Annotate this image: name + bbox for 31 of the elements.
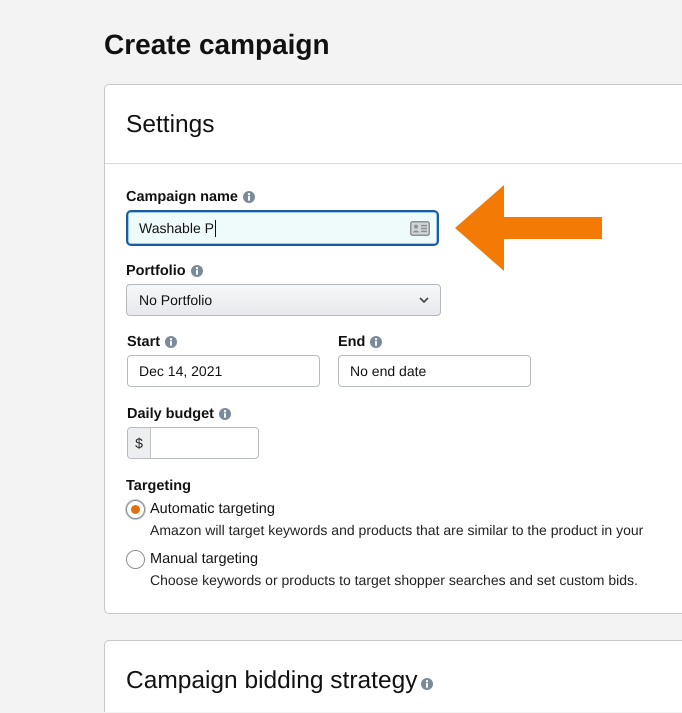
info-icon[interactable] <box>219 408 232 420</box>
start-date-field[interactable]: Dec 14, 2021 <box>127 355 320 387</box>
radio-button[interactable] <box>126 500 145 518</box>
info-icon[interactable] <box>190 265 203 277</box>
info-icon[interactable] <box>243 191 255 203</box>
field-label: End <box>338 334 366 350</box>
arrow-icon <box>455 185 603 271</box>
field-label: Targeting <box>126 477 191 495</box>
daily-budget-field[interactable]: $ <box>127 427 259 459</box>
info-icon[interactable] <box>370 336 382 348</box>
contact-card-icon[interactable] <box>410 220 430 236</box>
radio-label[interactable]: Automatic targeting <box>150 501 275 517</box>
radio-label[interactable]: Manual targeting <box>150 551 258 567</box>
info-icon[interactable] <box>421 678 434 690</box>
radio-button[interactable] <box>126 550 145 568</box>
card-heading: Campaign bidding strategy <box>126 666 418 696</box>
field-label: Daily budget <box>127 406 214 422</box>
chevron-down-icon <box>419 297 429 303</box>
text-cursor-icon <box>214 220 216 236</box>
option-description: Amazon will target keywords and products that are similar to the product in your <box>150 521 644 539</box>
portfolio-dropdown[interactable]: No Portfolio <box>126 284 441 316</box>
campaign-name-field[interactable]: Washable P <box>126 210 439 246</box>
end-date-field[interactable]: No end date <box>338 355 531 387</box>
field-label: Start <box>127 334 160 350</box>
field-label: Portfolio <box>126 263 186 279</box>
info-icon[interactable] <box>165 336 178 348</box>
card-heading: Settings <box>126 110 215 140</box>
option-description: Choose keywords or products to target shopper searches and set custom bids. <box>150 571 638 589</box>
field-label: Campaign name <box>126 189 238 205</box>
page-title: Create campaign <box>104 28 330 62</box>
currency-prefix: $ <box>128 428 151 458</box>
